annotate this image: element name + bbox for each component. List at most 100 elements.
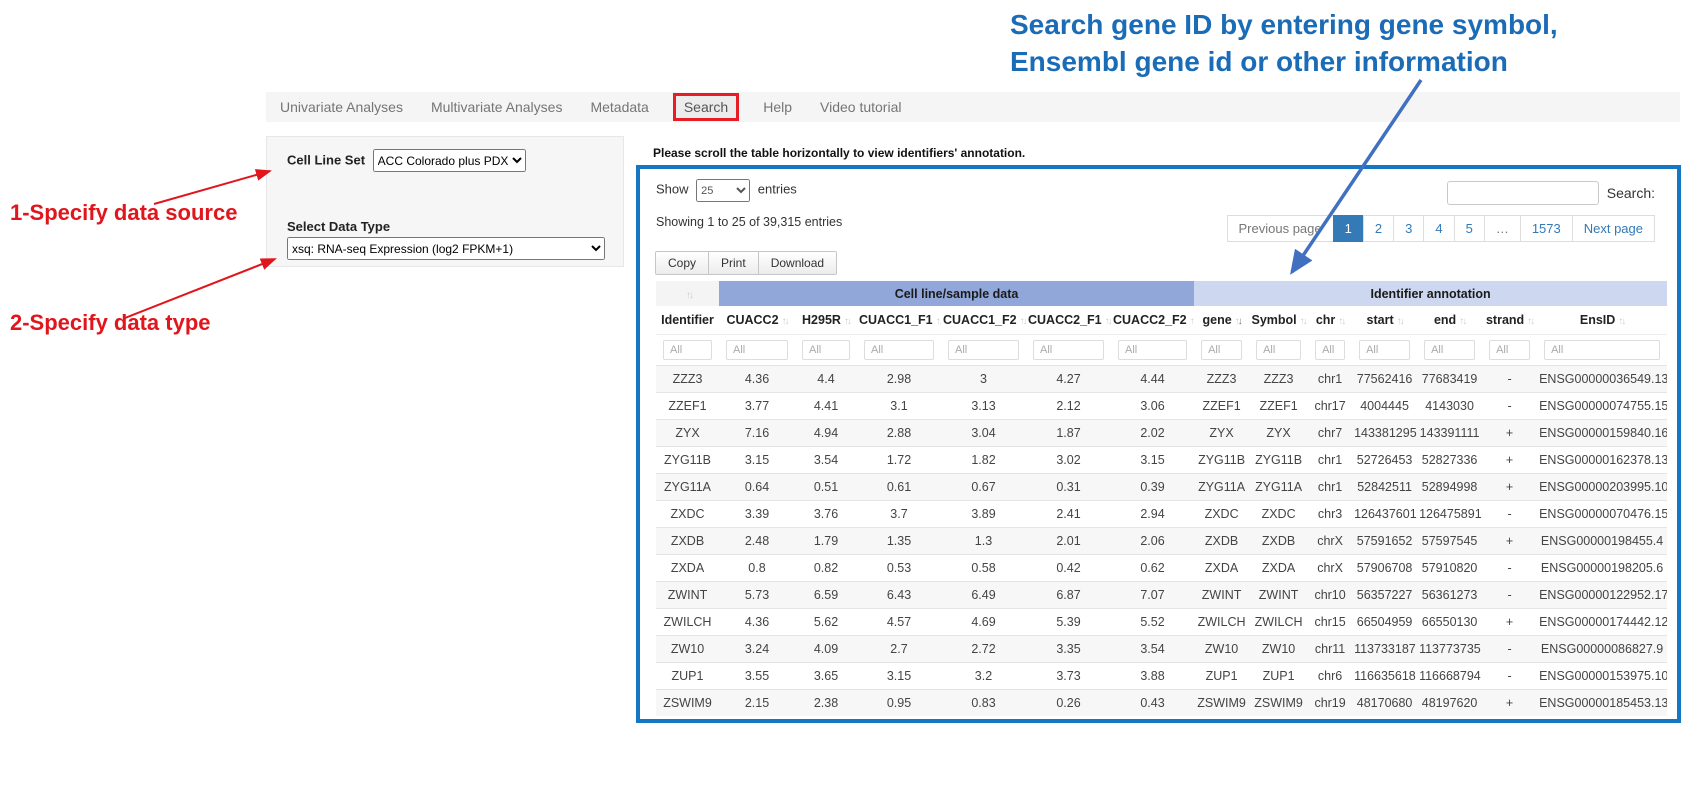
- cell-symbol: ZYG11B: [1249, 447, 1308, 474]
- cell-start: 56357227: [1352, 582, 1417, 609]
- page-button-1[interactable]: 1: [1333, 215, 1364, 242]
- nav-item-metadata[interactable]: Metadata: [576, 99, 662, 115]
- cell-cuacc2-f1: 2.12: [1026, 393, 1111, 420]
- filter-input-gene[interactable]: [1201, 340, 1242, 360]
- cell-line-set-select[interactable]: ACC Colorado plus PDX: [373, 149, 526, 172]
- gene-search-note-line1: Search gene ID by entering gene symbol,: [1010, 6, 1558, 43]
- print-button[interactable]: Print: [708, 251, 759, 275]
- cell-line-set-label: Cell Line Set: [287, 153, 365, 168]
- filter-input-ensid[interactable]: [1544, 340, 1660, 360]
- cell-cuacc1-f1: 2.88: [857, 420, 941, 447]
- table-search-input[interactable]: [1447, 181, 1599, 205]
- column-header-start[interactable]: start↑↓: [1352, 306, 1417, 335]
- cell-cuacc1-f1: 6.43: [857, 582, 941, 609]
- filter-input-symbol[interactable]: [1256, 340, 1301, 360]
- cell-strand: -: [1482, 555, 1537, 582]
- column-header-cuacc1-f2[interactable]: CUACC1_F2↑↓: [941, 306, 1026, 335]
- cell-cuacc2: 0.64: [719, 474, 795, 501]
- data-type-select[interactable]: xsq: RNA-seq Expression (log2 FPKM+1): [287, 237, 605, 260]
- filter-input-strand[interactable]: [1489, 340, 1530, 360]
- data-type-label: Select Data Type: [287, 219, 390, 234]
- cell-ensid: ENSG00000174442.12: [1537, 609, 1667, 636]
- cell-ensid: ENSG00000159840.16: [1537, 420, 1667, 447]
- cell-start: 126437601: [1352, 501, 1417, 528]
- column-header-symbol[interactable]: Symbol↑↓: [1249, 306, 1308, 335]
- nav-item-search[interactable]: Search: [673, 93, 739, 121]
- cell-gene: ZYX: [1194, 420, 1249, 447]
- show-label: Show: [656, 182, 689, 197]
- cell-cuacc1-f2: 4.69: [941, 609, 1026, 636]
- column-header-identifier[interactable]: Identifier: [656, 306, 719, 335]
- gene-search-note-line2: Ensembl gene id or other information: [1010, 43, 1558, 80]
- column-header-cuacc2-f1[interactable]: CUACC2_F1↑↓: [1026, 306, 1111, 335]
- cell-end: 48197620: [1417, 690, 1482, 717]
- page-button-3[interactable]: 3: [1393, 215, 1424, 242]
- page-length-select[interactable]: 25: [696, 179, 750, 202]
- group-header-row: ↑↓Cell line/sample dataIdentifier annota…: [656, 281, 1667, 306]
- cell-gene: ZZZ3: [1194, 366, 1249, 393]
- filter-input-cuacc1-f2[interactable]: [948, 340, 1019, 360]
- next-page-button[interactable]: Next page: [1572, 215, 1655, 242]
- table-row: ZWILCH4.365.624.574.695.395.52ZWILCHZWIL…: [656, 609, 1667, 636]
- cell-cuacc2-f2: 5.52: [1111, 609, 1194, 636]
- column-header-end[interactable]: end↑↓: [1417, 306, 1482, 335]
- column-header-strand[interactable]: strand↑↓: [1482, 306, 1537, 335]
- previous-page-button[interactable]: Previous page: [1227, 215, 1334, 242]
- cell-cuacc2-f1: 3.02: [1026, 447, 1111, 474]
- column-header-chr[interactable]: chr↑↓: [1308, 306, 1352, 335]
- column-header-h295r[interactable]: H295R↑↓: [795, 306, 857, 335]
- page-button-1573[interactable]: 1573: [1520, 215, 1573, 242]
- cell-start: 143381295: [1352, 420, 1417, 447]
- nav-item-univariate-analyses[interactable]: Univariate Analyses: [266, 99, 417, 115]
- nav-item-video-tutorial[interactable]: Video tutorial: [806, 99, 915, 115]
- download-button[interactable]: Download: [758, 251, 837, 275]
- column-header-label: CUACC1_F1: [859, 313, 933, 327]
- page-button-2[interactable]: 2: [1363, 215, 1394, 242]
- cell-identifier: ZUP1: [656, 663, 719, 690]
- top-nav: Univariate AnalysesMultivariate Analyses…: [266, 92, 1680, 122]
- table-row: ZYG11B3.153.541.721.823.023.15ZYG11BZYG1…: [656, 447, 1667, 474]
- cell-start: 57906708: [1352, 555, 1417, 582]
- cell-gene: ZXDB: [1194, 528, 1249, 555]
- cell-start: 116635618: [1352, 663, 1417, 690]
- cell-identifier: ZSWIM9: [656, 690, 719, 717]
- column-header-gene[interactable]: gene↑↓: [1194, 306, 1249, 335]
- cell-strand: +: [1482, 474, 1537, 501]
- filter-input-h295r[interactable]: [802, 340, 850, 360]
- filter-input-cuacc2-f1[interactable]: [1033, 340, 1104, 360]
- column-header-cuacc2-f2[interactable]: CUACC2_F2↑↓: [1111, 306, 1194, 335]
- table-row: ZZZ34.364.42.9834.274.44ZZZ3ZZZ3chr17756…: [656, 366, 1667, 393]
- showing-entries-text: Showing 1 to 25 of 39,315 entries: [656, 215, 842, 229]
- cell-start: 52842511: [1352, 474, 1417, 501]
- filter-input-cuacc1-f1[interactable]: [864, 340, 934, 360]
- column-header-ensid[interactable]: EnsID↑↓: [1537, 306, 1667, 335]
- filter-input-cuacc2[interactable]: [726, 340, 788, 360]
- page-button-5[interactable]: 5: [1454, 215, 1485, 242]
- filter-input-identifier[interactable]: [663, 340, 712, 360]
- cell-chr: chr6: [1308, 663, 1352, 690]
- filter-cell-h295r: [795, 335, 857, 366]
- cell-cuacc1-f1: 2.7: [857, 636, 941, 663]
- cell-chr: chr11: [1308, 636, 1352, 663]
- scroll-note: Please scroll the table horizontally to …: [653, 146, 1025, 160]
- filter-input-chr[interactable]: [1315, 340, 1345, 360]
- column-header-cuacc1-f1[interactable]: CUACC1_F1↑↓: [857, 306, 941, 335]
- filter-cell-identifier: [656, 335, 719, 366]
- cell-gene: ZYG11A: [1194, 474, 1249, 501]
- cell-end: 4143030: [1417, 393, 1482, 420]
- nav-item-help[interactable]: Help: [749, 99, 806, 115]
- column-header-label: start: [1367, 313, 1394, 327]
- copy-button[interactable]: Copy: [655, 251, 709, 275]
- cell-cuacc1-f2: 2.72: [941, 636, 1026, 663]
- cell-ensid: ENSG00000086827.9: [1537, 636, 1667, 663]
- cell-cuacc1-f2: 3.04: [941, 420, 1026, 447]
- filter-input-start[interactable]: [1359, 340, 1410, 360]
- group-sort-cell[interactable]: ↑↓: [656, 281, 719, 306]
- filter-input-end[interactable]: [1424, 340, 1475, 360]
- cell-ensid: ENSG00000185453.13: [1537, 690, 1667, 717]
- nav-item-multivariate-analyses[interactable]: Multivariate Analyses: [417, 99, 577, 115]
- column-header-cuacc2[interactable]: CUACC2↑↓: [719, 306, 795, 335]
- filter-input-cuacc2-f2[interactable]: [1118, 340, 1187, 360]
- page-button-4[interactable]: 4: [1423, 215, 1454, 242]
- table-row: ZXDB2.481.791.351.32.012.06ZXDBZXDBchrX5…: [656, 528, 1667, 555]
